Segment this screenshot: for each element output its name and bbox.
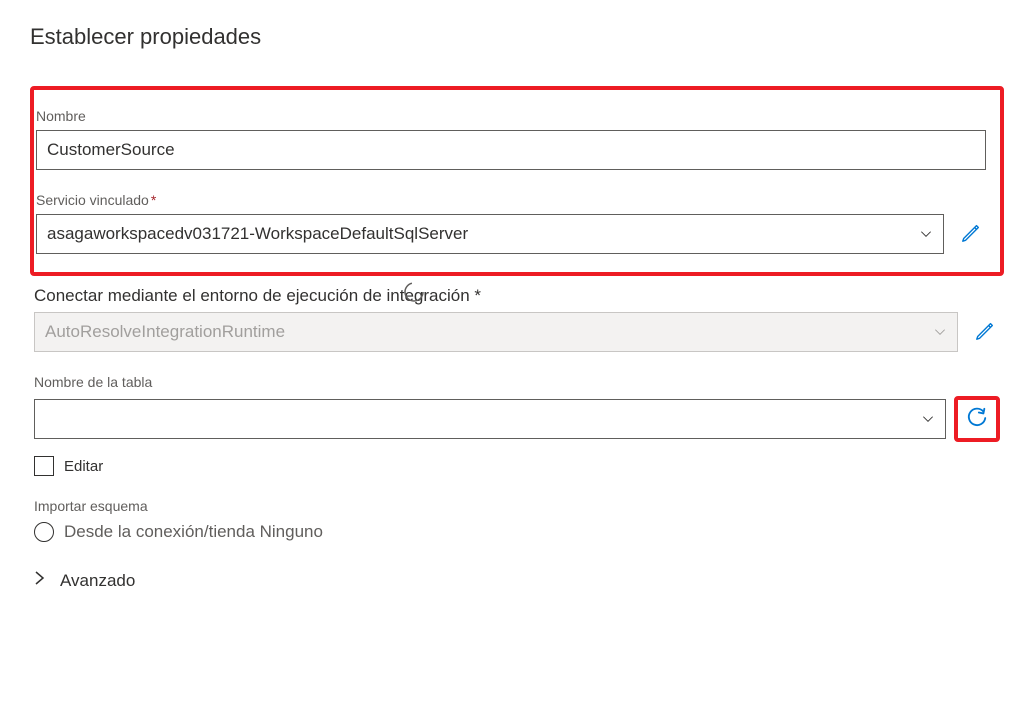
integration-runtime-value: AutoResolveIntegrationRuntime: [45, 322, 285, 342]
highlight-name-service: Nombre Servicio vinculado* asagaworkspac…: [30, 86, 1004, 276]
integration-runtime-select: AutoResolveIntegrationRuntime: [34, 312, 958, 352]
highlight-refresh: [954, 396, 1000, 442]
chevron-right-icon: [34, 570, 46, 591]
edit-checkbox-label: Editar: [64, 458, 103, 475]
name-input[interactable]: [36, 130, 986, 170]
advanced-expander[interactable]: Avanzado: [34, 570, 1000, 591]
required-star-icon: *: [151, 192, 156, 208]
chevron-down-icon: [933, 325, 947, 339]
pencil-icon: [974, 320, 996, 345]
edit-linked-service-button[interactable]: [956, 219, 986, 249]
linked-service-label: Servicio vinculado*: [36, 192, 986, 208]
import-schema-option-label: Desde la conexión/tienda Ninguno: [64, 522, 323, 542]
table-name-select[interactable]: [34, 399, 946, 439]
edit-checkbox[interactable]: [34, 456, 54, 476]
pencil-icon: [960, 222, 982, 247]
table-name-label: Nombre de la tabla: [34, 374, 1000, 390]
edit-integration-runtime-button[interactable]: [970, 317, 1000, 347]
refresh-icon: [966, 407, 988, 432]
page-title: Establecer propiedades: [30, 24, 1004, 50]
import-schema-label: Importar esquema: [34, 498, 1000, 514]
advanced-label: Avanzado: [60, 571, 135, 591]
chevron-down-icon: [921, 412, 935, 426]
linked-service-select[interactable]: asagaworkspacedv031721-WorkspaceDefaultS…: [36, 214, 944, 254]
import-schema-radio[interactable]: [34, 522, 54, 542]
name-label: Nombre: [36, 108, 986, 124]
linked-service-value: asagaworkspacedv031721-WorkspaceDefaultS…: [47, 224, 468, 244]
refresh-table-button[interactable]: [962, 404, 992, 434]
chevron-down-icon: [919, 227, 933, 241]
integration-runtime-label: Conectar mediante el entorno de ejecució…: [34, 286, 1000, 306]
